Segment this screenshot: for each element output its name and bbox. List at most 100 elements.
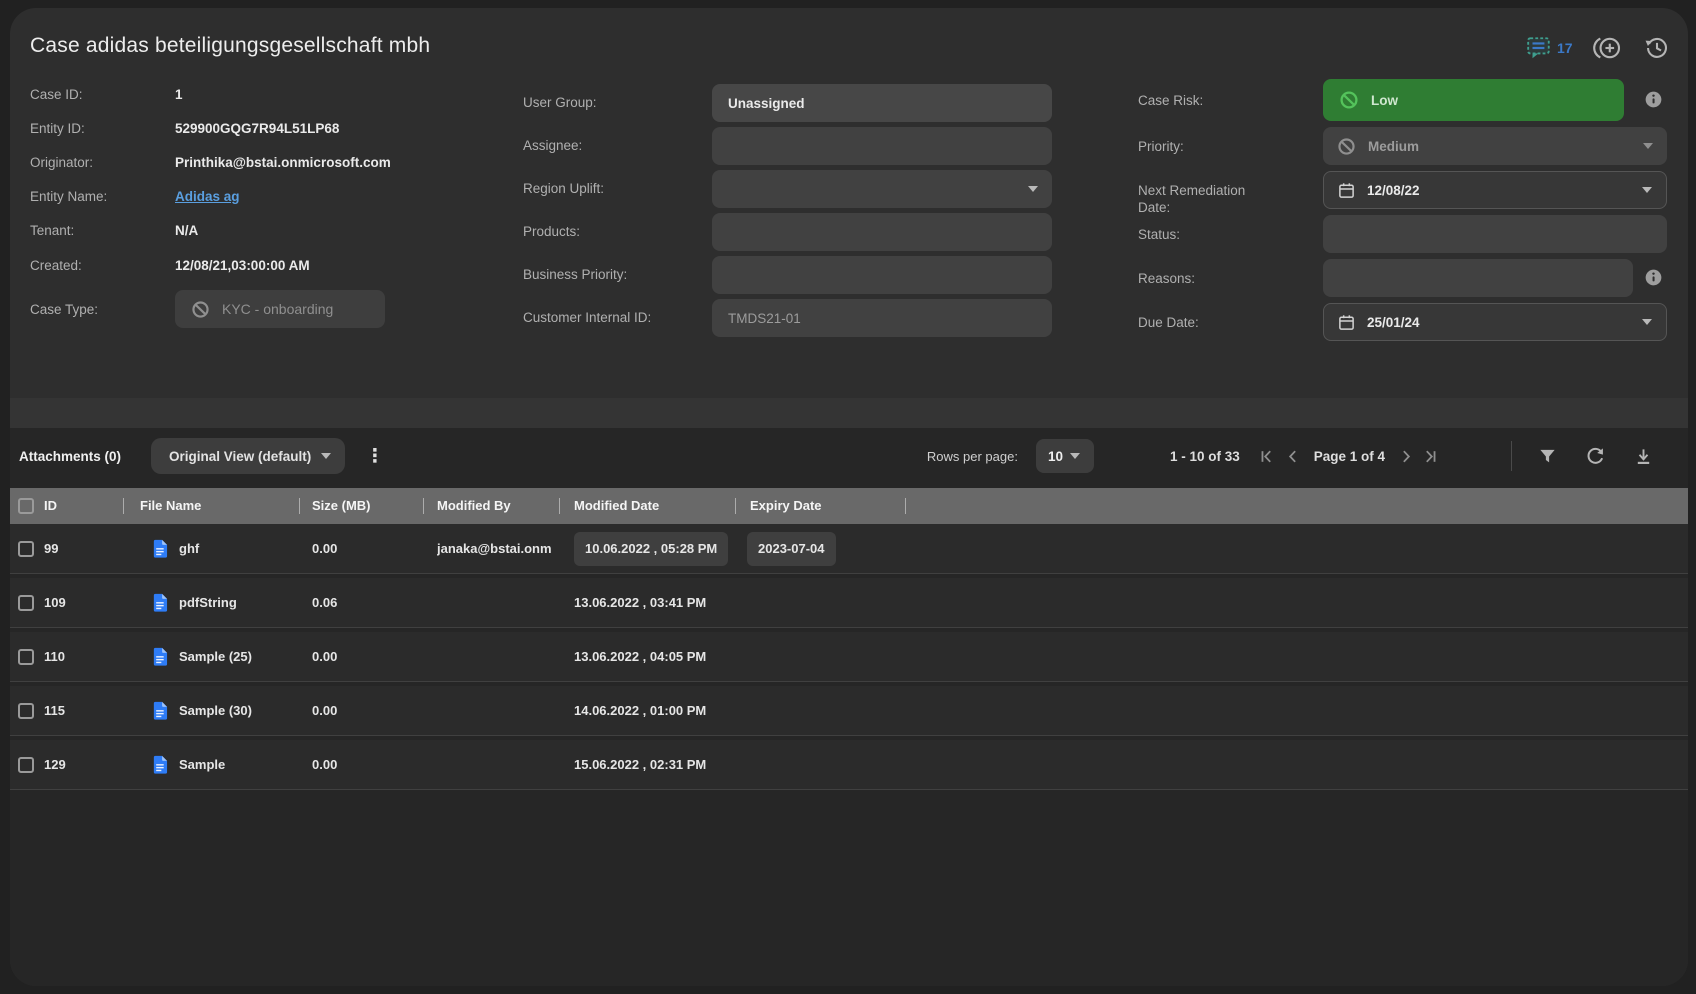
pagination-range: 1 - 10 of 33: [1170, 449, 1240, 464]
history-icon[interactable]: [1644, 36, 1670, 60]
row-checkbox-cell: [10, 740, 44, 790]
modified-date-value[interactable]: 10.06.2022 , 05:28 PM: [574, 532, 728, 566]
case-risk-badge[interactable]: Low: [1323, 79, 1624, 121]
filter-icon[interactable]: [1534, 443, 1560, 469]
file-name[interactable]: ghf: [179, 541, 199, 556]
file-name[interactable]: Sample: [179, 757, 225, 772]
field-label: Due Date:: [1138, 314, 1263, 331]
customer-internal-id-field[interactable]: TMDS21-01: [712, 299, 1052, 337]
row-file-cell: Sample (30): [123, 701, 299, 720]
row-checkbox-cell: [10, 686, 44, 736]
field-entity-id: Entity ID:529900GQG7R94L51LP68: [30, 120, 339, 137]
column-header-modified-date[interactable]: Modified Date: [559, 488, 735, 524]
row-checkbox[interactable]: [18, 595, 34, 611]
prohibit-icon: [191, 300, 210, 319]
previous-page-icon[interactable]: [1282, 445, 1304, 467]
modified-date-value: 14.06.2022 , 01:00 PM: [574, 703, 706, 718]
entity-name-link[interactable]: Adidas ag: [175, 189, 240, 204]
info-icon[interactable]: [1645, 269, 1662, 286]
header-checkbox-cell: [10, 488, 44, 524]
file-icon: [153, 647, 168, 666]
region-uplift-field[interactable]: [712, 170, 1052, 208]
file-name[interactable]: Sample (30): [179, 703, 252, 718]
field-label: Originator:: [30, 154, 175, 171]
row-file-cell: Sample: [123, 755, 299, 774]
refresh-icon[interactable]: [1582, 443, 1608, 469]
status-field[interactable]: [1323, 215, 1667, 253]
field-value: Medium: [1368, 139, 1419, 154]
field-next-remediation-date: Next Remediation Date:12/08/22: [1138, 171, 1263, 216]
field-tenant: Tenant:N/A: [30, 222, 198, 239]
column-header-size[interactable]: Size (MB): [299, 488, 423, 524]
download-icon[interactable]: [1630, 443, 1656, 469]
modified-date-value: 15.06.2022 , 02:31 PM: [574, 757, 706, 772]
row-expiry-date-cell: [735, 740, 905, 790]
row-size: 0.06: [299, 595, 423, 610]
field-label: User Group:: [523, 84, 693, 122]
field-value: TMDS21-01: [728, 311, 801, 326]
row-file-cell: pdfString: [123, 593, 299, 612]
table-row[interactable]: 110Sample (25)0.0013.06.2022 , 04:05 PM: [10, 632, 1688, 682]
column-header-expiry-date[interactable]: Expiry Date: [735, 488, 905, 524]
column-header-id[interactable]: ID: [44, 488, 123, 524]
field-products: Products:: [523, 213, 693, 251]
row-checkbox[interactable]: [18, 649, 34, 665]
column-header-file-name[interactable]: File Name: [123, 488, 299, 524]
file-name[interactable]: Sample (25): [179, 649, 252, 664]
expiry-date-value[interactable]: 2023-07-04: [747, 532, 836, 566]
view-selector-button[interactable]: Original View (default): [151, 438, 345, 474]
comments-icon[interactable]: [1526, 36, 1552, 60]
reasons-field[interactable]: [1323, 259, 1633, 297]
row-checkbox[interactable]: [18, 757, 34, 773]
row-modified-date-cell: 14.06.2022 , 01:00 PM: [559, 686, 735, 736]
field-label: Tenant:: [30, 222, 175, 239]
row-id: 110: [44, 649, 123, 664]
kebab-menu-icon[interactable]: ⋮: [365, 447, 384, 466]
field-created: Created:12/08/21,03:00:00 AM: [30, 257, 310, 274]
field-value: 529900GQG7R94L51LP68: [175, 121, 339, 136]
column-header-modified-by[interactable]: Modified By: [423, 488, 559, 524]
next-page-icon[interactable]: [1395, 445, 1417, 467]
file-icon: [153, 755, 168, 774]
due-date-datepicker[interactable]: 25/01/24: [1323, 303, 1667, 341]
row-checkbox[interactable]: [18, 541, 34, 557]
modified-date-value: 13.06.2022 , 03:41 PM: [574, 595, 706, 610]
first-page-icon[interactable]: [1256, 445, 1278, 467]
field-case-risk: Case Risk:Low: [1138, 79, 1263, 109]
table-row[interactable]: 109pdfString0.0613.06.2022 , 03:41 PM: [10, 578, 1688, 628]
products-field[interactable]: [712, 213, 1052, 251]
rows-per-page-select[interactable]: 10: [1036, 439, 1094, 473]
field-label: Region Uplift:: [523, 170, 693, 208]
table-row[interactable]: 115Sample (30)0.0014.06.2022 , 01:00 PM: [10, 686, 1688, 736]
row-size: 0.00: [299, 541, 423, 556]
field-entity-name: Entity Name:Adidas ag: [30, 188, 240, 205]
prohibit-icon: [1339, 90, 1359, 110]
last-page-icon[interactable]: [1419, 445, 1441, 467]
select-all-checkbox[interactable]: [18, 498, 34, 514]
row-checkbox[interactable]: [18, 703, 34, 719]
table-row[interactable]: 99ghf0.00janaka@bstai.onm10.06.2022 , 05…: [10, 524, 1688, 574]
field-label: Case ID:: [30, 86, 175, 103]
row-expiry-date-cell: [735, 632, 905, 682]
add-circle-icon[interactable]: [1592, 35, 1622, 61]
chevron-down-icon: [1642, 319, 1652, 325]
field-label: Customer Internal ID:: [523, 299, 693, 337]
field-customer-internal-id: Customer Internal ID:TMDS21-01: [523, 299, 693, 337]
chevron-down-icon: [1028, 186, 1038, 192]
attachments-toolbar: Attachments (0) Original View (default) …: [10, 432, 1688, 480]
info-icon[interactable]: [1645, 91, 1662, 108]
row-modified-by: janaka@bstai.onm: [423, 541, 559, 556]
user-group-field[interactable]: Unassigned: [712, 84, 1052, 122]
assignee-field[interactable]: [712, 127, 1052, 165]
business-priority-field[interactable]: [712, 256, 1052, 294]
next-remediation-date-datepicker[interactable]: 12/08/22: [1323, 171, 1667, 209]
row-modified-date-cell: 15.06.2022 , 02:31 PM: [559, 740, 735, 790]
attachments-title: Attachments (0): [19, 449, 121, 464]
file-name[interactable]: pdfString: [179, 595, 237, 610]
row-expiry-date-cell: [735, 578, 905, 628]
field-label: Assignee:: [523, 127, 693, 165]
table-row[interactable]: 129Sample0.0015.06.2022 , 02:31 PM: [10, 740, 1688, 790]
row-checkbox-cell: [10, 632, 44, 682]
field-label: Case Risk:: [1138, 92, 1263, 109]
comments-count: 17: [1557, 40, 1573, 56]
